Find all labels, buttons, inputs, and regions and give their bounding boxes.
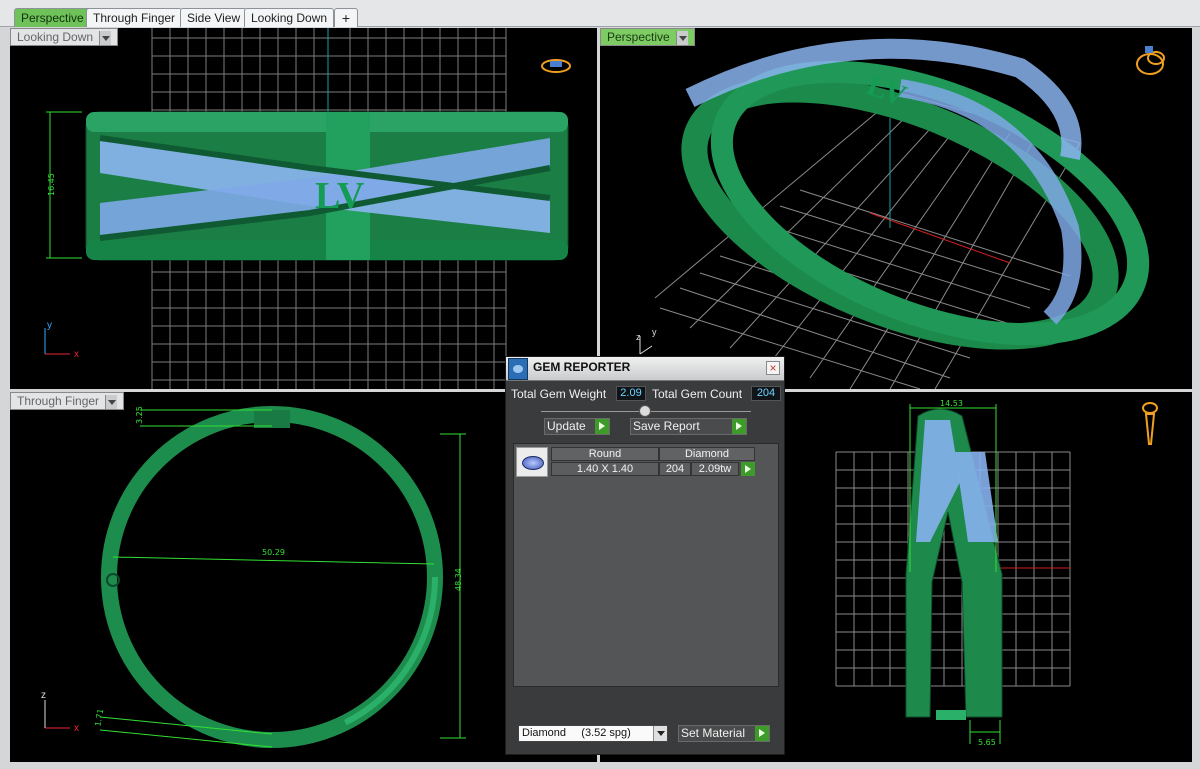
axis-z-label: z: [41, 690, 46, 701]
gem-reporter-title: GEM REPORTER: [533, 360, 631, 374]
viewport-label-text: Perspective: [607, 30, 670, 44]
axis-z-label: z: [636, 332, 641, 342]
view-tab-bar: Perspective Through Finger Side View Loo…: [0, 0, 1200, 27]
total-gem-weight-label: Total Gem Weight: [511, 387, 607, 401]
viewport-label-text: Looking Down: [17, 30, 94, 44]
dimension-outer-diameter: 48.34: [454, 568, 463, 591]
dimension-bottom-thickness: 1.71: [93, 708, 105, 727]
tab-perspective[interactable]: Perspective: [14, 8, 91, 27]
dimension-inner-diameter: 50.29: [262, 548, 285, 557]
set-material-button-label: Set Material: [681, 726, 746, 740]
play-icon: [732, 419, 746, 434]
ring-side-profile: [101, 406, 443, 748]
material-select-value: Diamond (3.52 spg): [522, 727, 631, 739]
viewport-label-looking-down[interactable]: Looking Down: [10, 28, 119, 46]
total-gem-weight-value: 2.09: [616, 386, 646, 401]
axis-x-label: x: [74, 723, 79, 734]
viewport-label-through-finger[interactable]: Through Finger: [10, 392, 125, 410]
viewport-label-text: Through Finger: [17, 394, 100, 408]
tab-looking-down[interactable]: Looking Down: [244, 8, 335, 27]
total-gem-count-value: 204: [751, 386, 781, 401]
tab-side-view[interactable]: Side View: [180, 8, 248, 27]
gem-reporter-dialog: GEM REPORTER × Total Gem Weight 2.09 Tot…: [505, 356, 785, 755]
axis-x-label: x: [74, 349, 79, 360]
ring-orientation-icon[interactable]: [1136, 46, 1165, 75]
close-icon[interactable]: ×: [766, 361, 780, 375]
dimension-height: 16.45: [47, 173, 56, 196]
ring-top-view: LV: [85, 111, 569, 261]
panel-slider-handle[interactable]: [639, 405, 651, 417]
gem-weight-cell: 2.09tw: [691, 462, 739, 476]
gem-row-select-button[interactable]: [739, 462, 755, 476]
gem-reporter-logo-icon: [508, 358, 528, 380]
ring-orientation-icon[interactable]: [1142, 402, 1158, 445]
save-report-button-label: Save Report: [633, 419, 700, 433]
dimension-top-width: 14.53: [940, 399, 963, 408]
viewport-perspective[interactable]: LV z y Perspective: [600, 28, 1192, 389]
looking-down-canvas: LV 16.45 x y: [44, 28, 571, 389]
chevron-down-icon[interactable]: [105, 394, 118, 409]
ring-orientation-icon[interactable]: [541, 59, 571, 73]
viewport-looking-down[interactable]: LV 16.45 x y Looking Down: [10, 28, 597, 389]
gem-shape-header: Round: [551, 447, 659, 461]
axis-y-label: y: [47, 320, 52, 331]
add-tab-button[interactable]: +: [334, 8, 358, 27]
play-icon: [755, 726, 769, 741]
chevron-down-icon[interactable]: [653, 726, 667, 741]
gem-size-cell: 1.40 X 1.40: [551, 462, 659, 476]
axis-y-label: y: [652, 327, 657, 337]
dimension-shank-width: 5.65: [978, 738, 996, 747]
chevron-down-icon[interactable]: [99, 30, 112, 45]
gem-list-table: Round Diamond 1.40 X 1.40 204 2.09tw: [513, 443, 779, 687]
total-gem-count-label: Total Gem Count: [652, 387, 743, 401]
update-button[interactable]: Update: [544, 418, 610, 435]
set-material-button[interactable]: Set Material: [678, 725, 770, 742]
tab-through-finger[interactable]: Through Finger: [86, 8, 183, 27]
dimension-top-thickness: 3.25: [135, 406, 144, 424]
perspective-canvas: LV z y: [636, 38, 1165, 389]
gem-reporter-titlebar[interactable]: GEM REPORTER ×: [506, 357, 784, 381]
gem-count-cell: 204: [659, 462, 691, 476]
ring-front-view: [905, 408, 1003, 720]
play-icon: [741, 462, 755, 476]
update-button-label: Update: [547, 419, 586, 433]
gem-material-header: Diamond: [659, 447, 755, 461]
svg-text:LV: LV: [315, 175, 365, 217]
round-diamond-icon: [516, 447, 548, 477]
material-select[interactable]: Diamond (3.52 spg): [518, 725, 668, 742]
chevron-down-icon[interactable]: [675, 30, 688, 45]
save-report-button[interactable]: Save Report: [630, 418, 747, 435]
viewport-label-perspective[interactable]: Perspective: [600, 28, 695, 46]
play-icon: [595, 419, 609, 434]
